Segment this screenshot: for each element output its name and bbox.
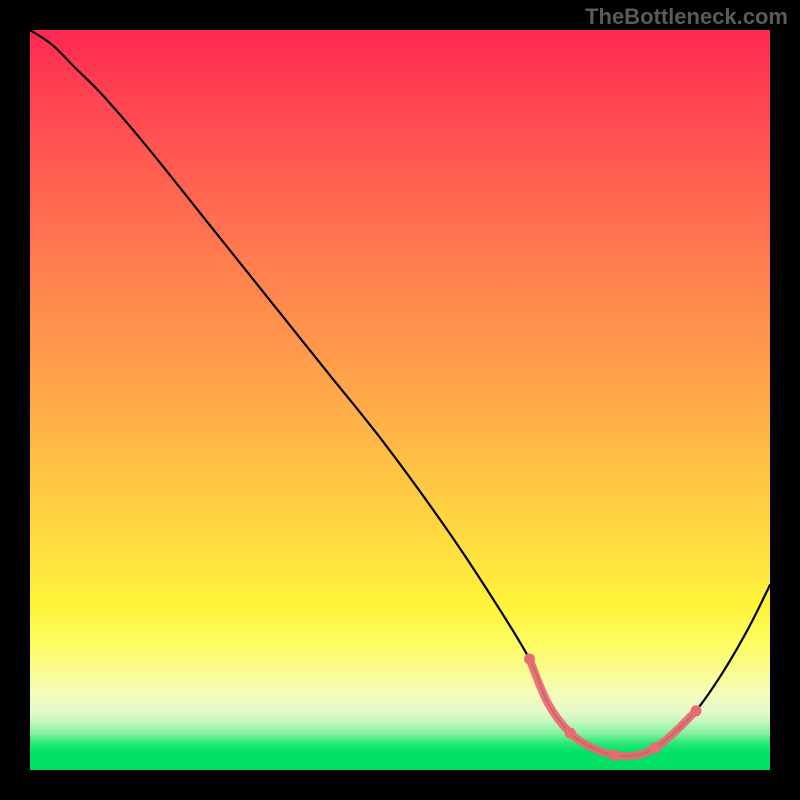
plot-area <box>30 30 770 770</box>
highlight-dot <box>691 705 702 716</box>
curve-overlay <box>30 30 770 770</box>
chart-frame: TheBottleneck.com <box>0 0 800 800</box>
highlight-segment <box>530 659 697 756</box>
highlight-dot <box>609 750 620 761</box>
highlight-dot <box>565 728 576 739</box>
highlight-dot <box>524 654 535 665</box>
highlight-dot <box>650 742 661 753</box>
watermark-text: TheBottleneck.com <box>585 4 788 30</box>
bottleneck-curve-line <box>30 30 770 756</box>
